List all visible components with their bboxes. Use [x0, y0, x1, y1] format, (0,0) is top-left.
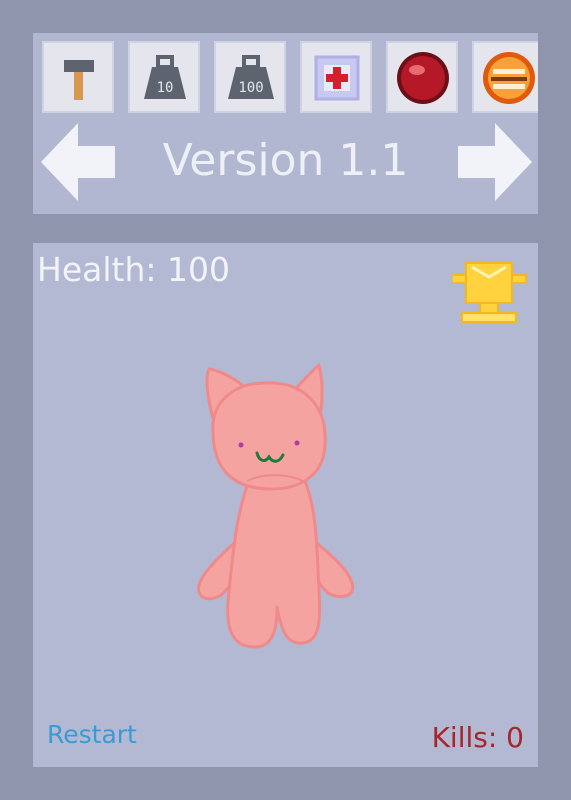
tool-bar: 10 100	[42, 41, 538, 115]
next-version-button[interactable]	[458, 121, 532, 203]
version-title: Version 1.1	[162, 135, 409, 186]
health-label: Health: 100	[37, 250, 230, 289]
weight-10-icon: 10	[144, 55, 186, 99]
tool-medkit[interactable]	[300, 41, 372, 113]
arrow-left-icon	[41, 123, 115, 201]
red-ball-icon	[397, 52, 449, 104]
tool-weight-100[interactable]: 100	[214, 41, 286, 113]
previous-version-button[interactable]	[41, 121, 115, 203]
tool-red-ball[interactable]	[386, 41, 458, 113]
tool-hammer[interactable]	[42, 41, 114, 113]
hammer-icon	[64, 60, 94, 100]
svg-text:100: 100	[238, 80, 263, 96]
weight-100-icon: 100	[228, 55, 274, 99]
tool-weight-10[interactable]: 10	[128, 41, 200, 113]
cat-figure	[197, 363, 355, 649]
restart-button[interactable]: Restart	[47, 717, 137, 753]
medkit-icon	[314, 55, 360, 101]
svg-text:10: 10	[157, 80, 174, 96]
game-area[interactable]: Health: 100 Restart Kills: 0	[33, 243, 538, 767]
kills-counter: Kills: 0	[431, 721, 524, 754]
trophy-icon	[451, 262, 527, 323]
tool-orange-ball[interactable]	[472, 41, 538, 113]
pink-cat-character[interactable]	[193, 361, 363, 651]
arrow-right-icon	[458, 123, 532, 201]
orange-ball-icon	[483, 52, 535, 104]
tool-panel: 10 100 Version 1.1	[33, 33, 538, 214]
trophy-button[interactable]	[451, 259, 528, 325]
